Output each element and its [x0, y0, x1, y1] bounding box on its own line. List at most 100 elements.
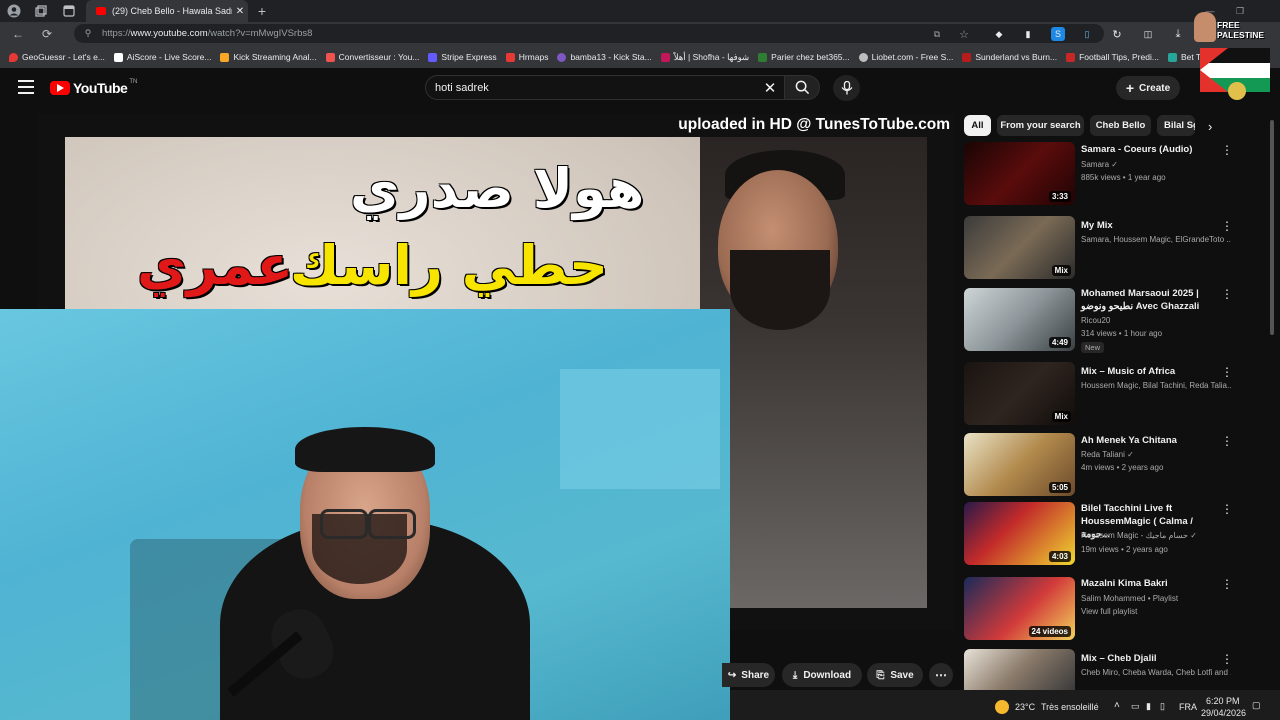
- bookmark-item[interactable]: Stripe Express: [428, 52, 497, 62]
- view-full-playlist-link[interactable]: View full playlist: [1081, 606, 1231, 617]
- extension-icon[interactable]: ◆: [992, 27, 1006, 41]
- kebab-menu-icon[interactable]: ⋮: [1221, 502, 1233, 518]
- bookmark-star-icon[interactable]: ☆: [957, 27, 971, 41]
- close-tab-icon[interactable]: ✕: [232, 6, 248, 17]
- tab-title: (29) Cheb Bello - Hawala Sadri H: [112, 6, 232, 16]
- chevron-right-icon[interactable]: ›: [1208, 119, 1224, 135]
- workspaces-icon[interactable]: [33, 3, 49, 19]
- bookmark-item[interactable]: Kick Streaming Anal...: [220, 52, 317, 62]
- rec-thumbnail[interactable]: [964, 649, 1075, 690]
- clock-time[interactable]: 6:20 PM: [1206, 696, 1240, 706]
- back-icon[interactable]: ←: [9, 25, 27, 43]
- bookmark-item[interactable]: Football Tips, Predi...: [1066, 52, 1159, 62]
- sidebar-icon[interactable]: ◫: [1141, 27, 1155, 41]
- reload-icon[interactable]: ⟳: [38, 25, 56, 43]
- rec-channel[interactable]: Cheb Miro, Cheba Warda, Cheb Lotfi and .…: [1081, 667, 1231, 678]
- kebab-menu-icon[interactable]: ⋮: [1221, 365, 1233, 381]
- bookmark-item[interactable]: Hrmaps: [505, 52, 548, 62]
- rec-title[interactable]: Ah Menek Ya Chitana: [1081, 434, 1216, 447]
- kebab-menu-icon[interactable]: ⋮: [1221, 577, 1233, 593]
- chip-all[interactable]: All: [964, 115, 991, 136]
- scrollbar-thumb[interactable]: [1270, 120, 1274, 335]
- clear-search-icon[interactable]: ✕: [761, 79, 779, 97]
- kebab-menu-icon[interactable]: ⋮: [1221, 219, 1233, 235]
- rec-thumbnail[interactable]: 24 videos: [964, 577, 1075, 640]
- bookmark-label: Stripe Express: [441, 52, 497, 62]
- rec-channel[interactable]: Samara ✓: [1081, 159, 1231, 170]
- address-bar[interactable]: ⚲ https://www.youtube.com/watch?v=mMwgIV…: [74, 24, 1104, 43]
- bookmark-item[interactable]: Parier chez bet365...: [758, 52, 850, 62]
- avatar[interactable]: [1228, 82, 1246, 100]
- rec-thumbnail[interactable]: 3:33: [964, 142, 1075, 205]
- rec-channel[interactable]: Samara, Houssem Magic, ElGrandeToto ...: [1081, 234, 1231, 245]
- search-input[interactable]: hoti sadrek: [425, 75, 785, 100]
- bookmark-favicon-icon: [660, 52, 670, 62]
- more-actions-button[interactable]: ⋯: [929, 663, 953, 687]
- bookmark-item[interactable]: أهلاً | Shofha - شوفها: [660, 52, 749, 63]
- bookmark-item[interactable]: Convertisseur : You...: [325, 52, 419, 62]
- clock-date[interactable]: 29/04/2026: [1201, 708, 1246, 718]
- rec-thumbnail[interactable]: 4:03: [964, 502, 1075, 565]
- tray-icon[interactable]: ▮: [1146, 701, 1151, 712]
- chip-bilal[interactable]: Bilal Sg: [1157, 115, 1195, 136]
- rec-channel[interactable]: Houssem Magic - حسام ماجيك ✓: [1081, 530, 1231, 541]
- create-button[interactable]: + Create: [1116, 76, 1180, 100]
- kebab-menu-icon[interactable]: ⋮: [1221, 434, 1233, 450]
- new-tab-icon[interactable]: +: [254, 3, 270, 19]
- rec-thumbnail[interactable]: 5:05: [964, 433, 1075, 496]
- profile-icon[interactable]: [6, 3, 22, 19]
- temperature[interactable]: 23°C: [1015, 702, 1035, 712]
- bookmark-label: AiScore - Live Score...: [126, 52, 212, 62]
- youtube-logo[interactable]: YouTube TN: [50, 79, 137, 97]
- sync-icon[interactable]: ↻: [1110, 27, 1124, 41]
- bookmark-item[interactable]: GeoGuessr - Let's e...: [9, 52, 105, 62]
- sidebar-scrollbar[interactable]: [1268, 110, 1276, 690]
- downloads-icon[interactable]: ⤓: [1171, 27, 1185, 41]
- rec-title[interactable]: Mohamed Marsaoui 2025 | نطيحو ونوضو Avec…: [1081, 287, 1216, 313]
- kebab-menu-icon[interactable]: ⋮: [1221, 652, 1233, 668]
- rec-title[interactable]: Mazalni Kima Bakri: [1081, 577, 1216, 590]
- chip-from-your-search[interactable]: From your search: [997, 115, 1084, 136]
- tab-youtube[interactable]: (29) Cheb Bello - Hawala Sadri H ✕: [86, 0, 248, 22]
- tab-actions-icon[interactable]: [61, 3, 77, 19]
- bookmark-item[interactable]: Liobet.com - Free S...: [858, 52, 953, 62]
- site-info-icon[interactable]: ⚲: [82, 28, 94, 40]
- extension-icon[interactable]: S: [1051, 27, 1065, 41]
- share-button[interactable]: ↪ Share: [722, 663, 775, 687]
- rec-channel[interactable]: Houssem Magic, Bilal Tachini, Reda Talia…: [1081, 380, 1231, 391]
- rec-title[interactable]: My Mix: [1081, 219, 1216, 232]
- rec-channel[interactable]: Salim Mohammed • Playlist: [1081, 593, 1231, 604]
- rec-title[interactable]: Mix – Music of Africa: [1081, 365, 1216, 378]
- kebab-menu-icon[interactable]: ⋮: [1221, 143, 1233, 159]
- input-language[interactable]: FRA: [1179, 702, 1197, 712]
- bookmark-item[interactable]: bamba13 - Kick Sta...: [557, 52, 652, 62]
- mix-badge: Mix: [1051, 265, 1071, 276]
- bookmark-favicon-icon: [9, 52, 18, 62]
- rec-channel[interactable]: Reda Taliani ✓: [1081, 449, 1231, 460]
- tray-icon[interactable]: ▭: [1131, 701, 1140, 712]
- rec-thumbnail[interactable]: Mix: [964, 216, 1075, 279]
- save-button[interactable]: ⎘ Save: [867, 663, 923, 687]
- hamburger-menu-icon[interactable]: [18, 80, 34, 94]
- rec-title[interactable]: Samara - Coeurs (Audio): [1081, 143, 1216, 156]
- tray-icon[interactable]: ▯: [1160, 701, 1165, 712]
- notification-icon[interactable]: ▢: [1252, 700, 1261, 711]
- voice-search-button[interactable]: [833, 75, 860, 101]
- download-button[interactable]: ⤓ Download: [782, 663, 862, 687]
- bookmark-item[interactable]: Sunderland vs Burn...: [962, 52, 1057, 62]
- weather-text[interactable]: Très ensoleillé: [1041, 702, 1099, 712]
- install-app-icon[interactable]: ⧉: [930, 27, 944, 41]
- chevron-up-icon[interactable]: ˄: [1114, 700, 1120, 711]
- extension-icon[interactable]: ▮: [1021, 27, 1035, 41]
- rec-thumbnail[interactable]: 4:49: [964, 288, 1075, 351]
- weather-icon[interactable]: [995, 700, 1009, 714]
- maximize-window-icon[interactable]: ❐: [1232, 3, 1248, 19]
- rec-title[interactable]: Mix – Cheb Djalil: [1081, 652, 1216, 665]
- kebab-menu-icon[interactable]: ⋮: [1221, 287, 1233, 303]
- bookmark-item[interactable]: AiScore - Live Score...: [113, 52, 212, 62]
- search-button[interactable]: [785, 75, 820, 100]
- extension-icon[interactable]: ▯: [1080, 27, 1094, 41]
- chip-cheb-bello[interactable]: Cheb Bello: [1090, 115, 1151, 136]
- rec-thumbnail[interactable]: Mix: [964, 362, 1075, 425]
- rec-channel[interactable]: Ricou20: [1081, 315, 1231, 326]
